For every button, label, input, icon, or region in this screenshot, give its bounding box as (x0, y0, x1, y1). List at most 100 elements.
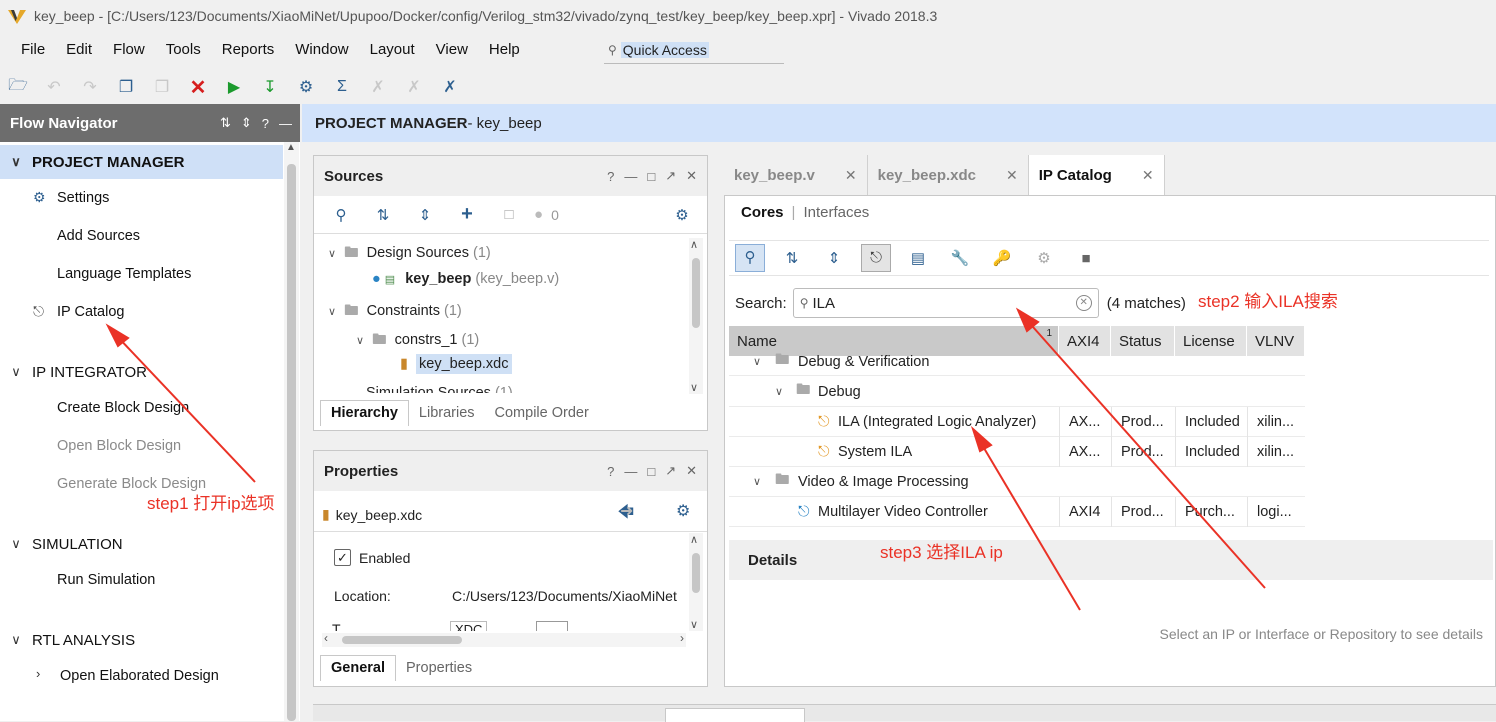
collapse-all-icon[interactable]: ⇅ (771, 249, 813, 267)
tab-key-beep-v[interactable]: key_beep.v ✕ (724, 155, 868, 195)
ip-search-input[interactable]: ⚲ ILA ✕ (792, 288, 1099, 318)
float-icon[interactable]: ↗ (665, 168, 676, 184)
nav-item-open-block-design[interactable]: Open Block Design (57, 438, 181, 454)
clear-icon[interactable]: ✕ (1075, 295, 1092, 311)
chevron-left-icon[interactable]: ‹ (324, 631, 328, 645)
scrollbar-thumb[interactable] (287, 164, 296, 721)
table-row[interactable]: ∨ 🖿 Debug (729, 377, 1305, 407)
delete-icon[interactable]: ✕ (180, 74, 216, 100)
properties-hscrollbar[interactable]: ‹ › (322, 631, 686, 647)
table-row[interactable]: ∨ 🖿 Debug & Verification (729, 348, 1305, 376)
enabled-checkbox[interactable]: ✓ Enabled (334, 549, 410, 566)
unknown-file-icon[interactable]: □ (488, 206, 530, 223)
key-icon[interactable]: 🔑 (981, 249, 1023, 267)
restore-icon[interactable]: □ (647, 464, 655, 479)
chevron-up-icon[interactable]: ∧ (690, 238, 698, 251)
minimize-icon[interactable]: — (624, 464, 637, 479)
nav-item-ip-catalog[interactable]: IP Catalog (57, 304, 124, 320)
settings-gear-icon[interactable]: ⚙ (288, 74, 324, 100)
run-icon[interactable]: ▶ (216, 74, 252, 100)
float-icon[interactable]: ↗ (665, 463, 676, 479)
menu-layout[interactable]: Layout (370, 41, 415, 58)
menu-flow[interactable]: Flow (113, 41, 145, 58)
menu-view[interactable]: View (436, 41, 468, 58)
close-icon[interactable]: ✕ (845, 167, 857, 184)
help-icon[interactable]: ? (607, 169, 614, 184)
table-row-system-ila[interactable]: ⎋ System ILA AX... Prod... Included xili… (729, 437, 1305, 467)
redo-icon[interactable]: ↷ (72, 74, 108, 100)
tab-ip-catalog[interactable]: IP Catalog ✕ (1028, 155, 1165, 195)
menu-window[interactable]: Window (295, 41, 348, 58)
expand-all-icon[interactable]: ⇕ (241, 115, 252, 131)
hierarchy-tree-icon[interactable]: ▤ (897, 249, 939, 267)
tab-hierarchy[interactable]: Hierarchy (320, 400, 409, 426)
chevron-right-icon[interactable]: › (36, 666, 40, 681)
close-icon[interactable]: ✕ (1006, 167, 1018, 184)
copy-icon[interactable]: ❐ (108, 74, 144, 100)
wrench-icon[interactable]: 🔧 (939, 249, 981, 267)
nav-item-open-elaborated-design[interactable]: Open Elaborated Design (60, 668, 219, 684)
stop-icon[interactable]: ■ (1065, 250, 1107, 267)
table-row[interactable]: ∨ 🖿 Video & Image Processing (729, 467, 1305, 497)
nav-item-language-templates[interactable]: Language Templates (57, 266, 191, 282)
expand-all-icon[interactable]: ⇕ (404, 206, 446, 224)
debug-disabled-icon[interactable]: ✗ (360, 74, 396, 100)
chevron-up-icon[interactable]: ∧ (690, 533, 698, 546)
tree-item-key-beep[interactable]: ● ▤ key_beep (key_beep.v) (372, 271, 559, 287)
help-icon[interactable]: ? (262, 116, 269, 131)
table-row-multilayer-video[interactable]: ⎋ Multilayer Video Controller AXI4 Prod.… (729, 497, 1305, 527)
menu-edit[interactable]: Edit (66, 41, 92, 58)
scrollbar-thumb[interactable] (342, 636, 462, 644)
nav-item-settings[interactable]: Settings (57, 190, 109, 206)
properties-scrollbar[interactable]: ∧ ∨ (689, 533, 703, 631)
chevron-down-icon[interactable]: ∨ (690, 381, 698, 394)
close-icon[interactable]: ✕ (686, 463, 697, 479)
table-row-ila[interactable]: ⎋ ILA (Integrated Logic Analyzer) AX... … (729, 407, 1305, 437)
close-icon[interactable]: ✕ (1142, 167, 1154, 184)
gear-icon[interactable]: ⚙ (676, 501, 690, 521)
probe-disabled-icon[interactable]: ✗ (396, 74, 432, 100)
flow-navigator-scrollbar[interactable]: ▲ (284, 142, 299, 721)
restore-icon[interactable]: □ (647, 169, 655, 184)
program-download-icon[interactable]: ↧ (252, 74, 288, 100)
checkbox-checked-icon[interactable]: ✓ (334, 549, 351, 566)
section-simulation[interactable]: ∨ SIMULATION (0, 527, 283, 561)
scrollbar-thumb[interactable] (692, 553, 700, 593)
expand-all-icon[interactable]: ⇕ (813, 249, 855, 267)
nav-item-create-block-design[interactable]: Create Block Design (57, 400, 189, 416)
search-icon[interactable]: ⚲ (735, 244, 765, 272)
subtab-interfaces[interactable]: Interfaces (803, 204, 869, 221)
tab-libraries[interactable]: Libraries (409, 401, 485, 426)
type-select[interactable]: XDC (450, 621, 488, 631)
undo-icon[interactable]: ↶ (36, 74, 72, 100)
sigma-icon[interactable]: Σ (324, 74, 360, 100)
menu-reports[interactable]: Reports (222, 41, 275, 58)
tab-properties[interactable]: Properties (396, 656, 482, 681)
menu-file[interactable]: File (21, 41, 45, 58)
tab-design-runs[interactable] (665, 708, 805, 722)
chevron-right-icon[interactable]: › (680, 631, 684, 645)
tab-compile-order[interactable]: Compile Order (485, 401, 599, 426)
section-project-manager[interactable]: ∨ PROJECT MANAGER (0, 145, 283, 179)
ip-filter-icon[interactable]: ⎋ (861, 244, 891, 272)
nav-item-add-sources[interactable]: Add Sources (57, 228, 140, 244)
chevron-down-icon[interactable]: ∨ (690, 618, 698, 631)
tree-item-key-beep-xdc[interactable]: ▮ key_beep.xdc (400, 354, 512, 374)
collapse-all-icon[interactable]: ⇅ (362, 206, 404, 224)
menu-help[interactable]: Help (489, 41, 520, 58)
subtab-cores[interactable]: Cores (741, 204, 784, 221)
minimize-icon[interactable]: — (624, 169, 637, 184)
nav-item-run-simulation[interactable]: Run Simulation (57, 572, 155, 588)
forward-arrow-icon[interactable]: ➜ (620, 501, 633, 521)
add-icon[interactable]: + (446, 203, 488, 226)
sources-scrollbar[interactable]: ∧ ∨ (689, 238, 703, 394)
tab-general[interactable]: General (320, 655, 396, 681)
collapse-all-icon[interactable]: ⇅ (220, 115, 231, 131)
close-icon[interactable]: ✕ (686, 168, 697, 184)
tree-item-simulation-sources[interactable]: Simulation Sources (1) (366, 385, 513, 393)
chip-icon[interactable]: ⚙ (1023, 249, 1065, 267)
section-ip-integrator[interactable]: ∨ IP INTEGRATOR (0, 355, 283, 389)
minimize-icon[interactable]: — (279, 116, 292, 131)
section-rtl-analysis[interactable]: ∨ RTL ANALYSIS (0, 623, 283, 657)
type-button[interactable] (536, 621, 568, 631)
